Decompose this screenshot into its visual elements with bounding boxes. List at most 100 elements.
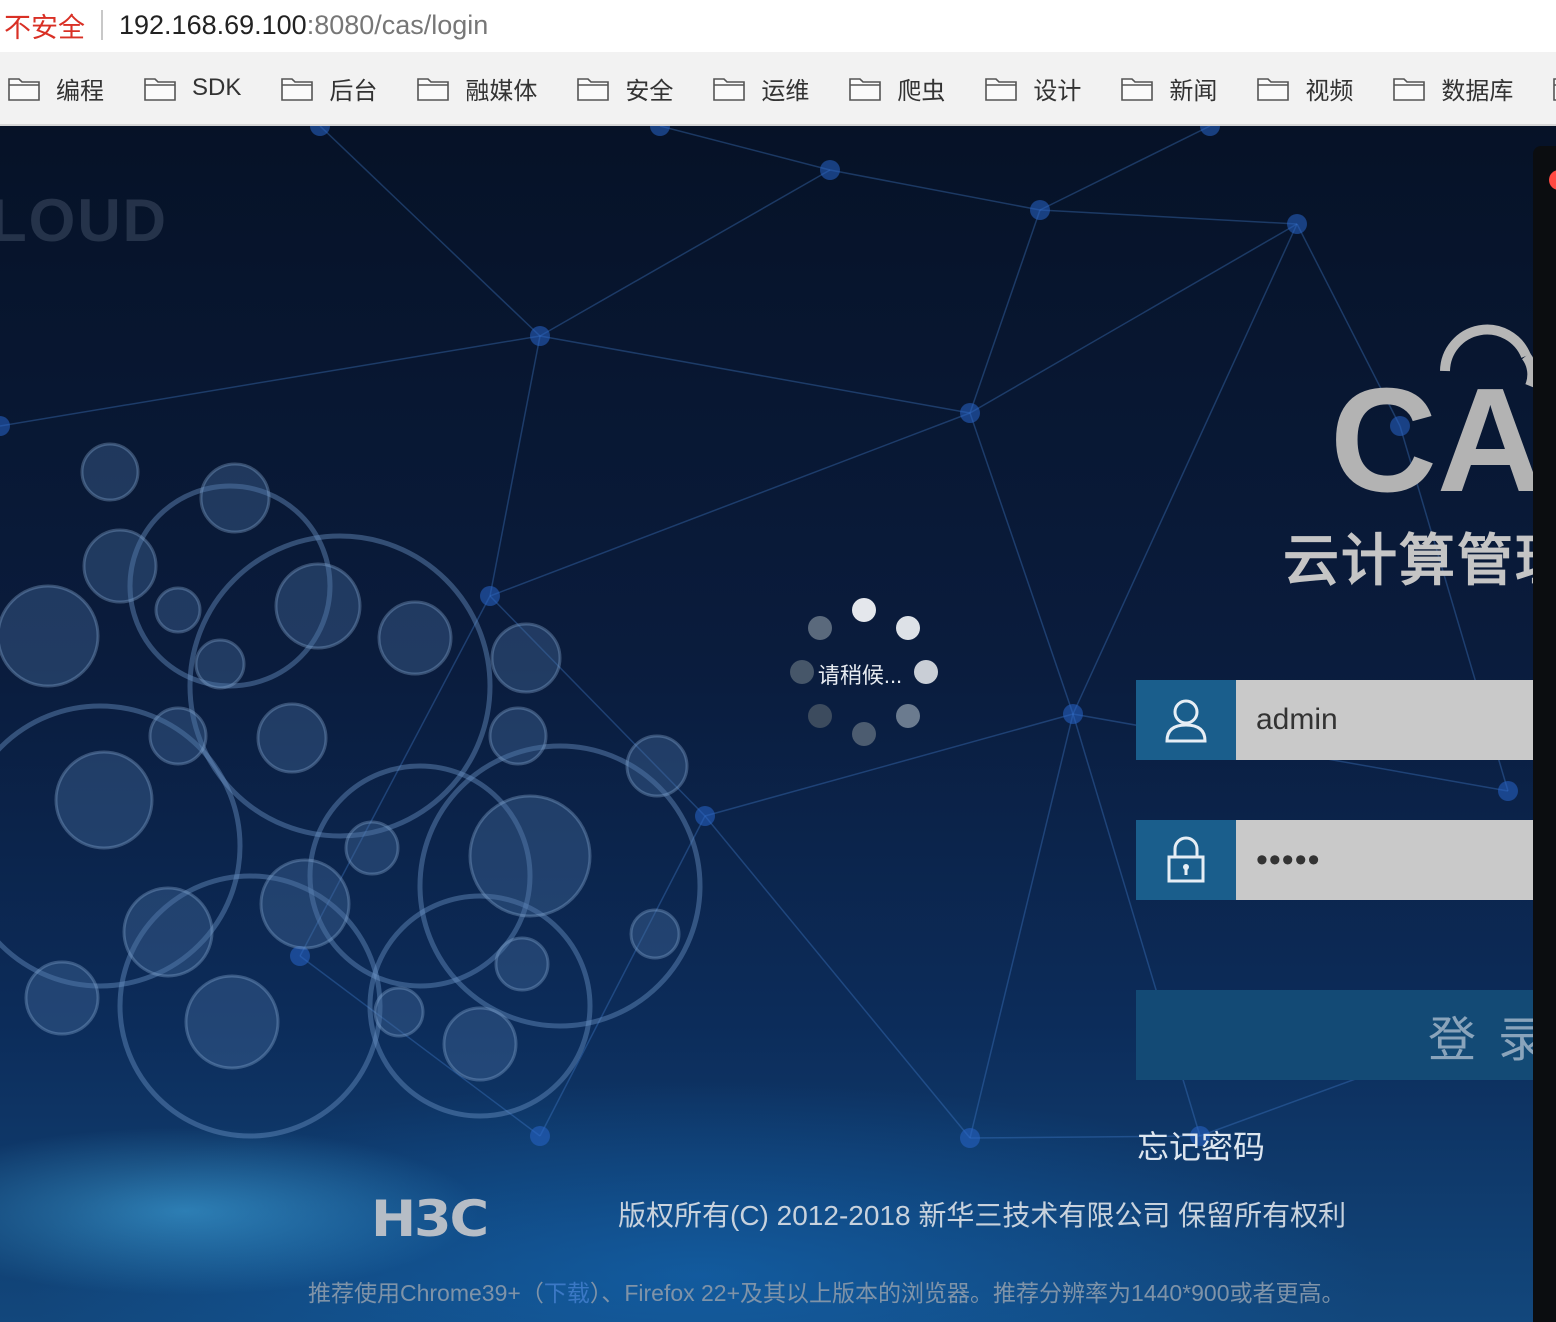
cluster-icon	[256, 702, 328, 774]
bookmarks-bar: 编程SDK后台融媒体安全运维爬虫设计新闻视频数据库电	[0, 52, 1556, 126]
background-cloud-word: LOUD	[0, 187, 168, 254]
h3c-logo: H3C	[371, 1190, 489, 1248]
recommend-prefix: 推荐使用Chrome39+（	[308, 1280, 544, 1306]
forgot-password-link[interactable]: 忘记密码	[1137, 1122, 1265, 1168]
login-page: LOUD 请稍候... CAS 云计算管理 登录 忘记密码 H3C 版权所有(C…	[0, 126, 1556, 1322]
password-input[interactable]	[1236, 820, 1536, 900]
network-node	[960, 1128, 980, 1148]
url-path[interactable]: :8080/cas/login	[307, 10, 489, 41]
network-node	[480, 586, 500, 606]
network-line	[319, 126, 541, 337]
folder-icon	[577, 78, 610, 101]
network-line	[1039, 209, 1298, 225]
recommend-suffix: ）、Firefox 22+及其以上版本的浏览器。推荐分辨率为1440*900或者…	[589, 1280, 1345, 1306]
spinner-dot	[895, 703, 920, 728]
cluster-icon	[494, 936, 550, 992]
download-link[interactable]: 下载	[544, 1280, 590, 1306]
bookmark-label: 编程	[56, 77, 104, 105]
folder-icon	[985, 78, 1018, 101]
bookmark-label: 爬虫	[897, 77, 946, 105]
spinner-dot	[852, 722, 876, 746]
bookmark-folder[interactable]: 安全	[577, 71, 673, 106]
bookmark-folder[interactable]: 数据库	[1393, 71, 1513, 106]
bookmark-label: 后台	[329, 77, 378, 105]
bookmark-folder[interactable]: 新闻	[1121, 71, 1217, 106]
bookmark-folder[interactable]: 编程	[8, 71, 104, 106]
cluster-icon	[194, 638, 246, 690]
network-node	[530, 326, 550, 346]
address-separator	[101, 10, 103, 40]
cluster-icon	[274, 562, 362, 650]
spinner-dot	[808, 616, 833, 641]
spinner-dot	[852, 598, 876, 622]
cluster-icon	[629, 908, 681, 960]
folder-icon	[144, 78, 176, 101]
network-node	[1498, 781, 1518, 801]
spinner-dot	[808, 703, 833, 728]
close-icon[interactable]	[1549, 170, 1556, 190]
cas-logo: CAS	[1330, 316, 1556, 523]
network-line	[539, 335, 971, 414]
cas-logo-text: CAS	[1330, 358, 1556, 506]
side-panel-edge	[1533, 146, 1556, 1322]
cluster-icon	[344, 820, 400, 876]
network-line	[969, 223, 1298, 414]
username-input[interactable]	[1236, 680, 1536, 760]
address-bar[interactable]: 不安全 192.168.69.100 :8080/cas/login	[0, 0, 1556, 50]
folder-icon	[1393, 78, 1426, 101]
bookmark-folder[interactable]: SDK	[144, 74, 241, 102]
network-node	[530, 1126, 550, 1146]
cluster-icon	[373, 986, 425, 1038]
bookmark-folder[interactable]: 融媒体	[417, 71, 537, 106]
folder-icon	[713, 78, 746, 101]
network-line	[704, 815, 971, 1139]
network-node	[1063, 704, 1083, 724]
cluster-icon	[377, 600, 453, 676]
folder-icon	[417, 78, 450, 101]
bookmark-label: 安全	[625, 77, 674, 105]
cluster-icon	[24, 960, 100, 1036]
folder-icon	[849, 78, 882, 101]
network-node	[820, 160, 840, 180]
cluster-icon	[259, 858, 351, 950]
cluster-icon	[122, 886, 214, 978]
bookmark-label: SDK	[192, 74, 242, 101]
user-icon	[1136, 680, 1236, 760]
bookmark-label: 运维	[761, 77, 810, 105]
network-node	[310, 126, 330, 136]
bookmark-label: 设计	[1033, 77, 1082, 105]
insecure-indicator[interactable]: 不安全	[0, 6, 85, 45]
network-line	[489, 412, 971, 597]
folder-icon	[1257, 78, 1290, 101]
network-line	[659, 126, 831, 171]
cluster-icon	[442, 1006, 518, 1082]
network-line	[829, 169, 1041, 211]
bookmark-label: 视频	[1305, 77, 1354, 105]
network-node	[960, 403, 980, 423]
network-line	[969, 713, 1074, 1139]
spinner-dot	[895, 616, 920, 641]
cluster-icon	[184, 974, 280, 1070]
bookmark-folder[interactable]: 运维	[713, 71, 809, 106]
loading-text: 请稍候...	[817, 663, 903, 688]
bookmark-folder[interactable]: 视频	[1257, 71, 1353, 106]
browser-recommendation: 推荐使用Chrome39+（下载）、Firefox 22+及其以上版本的浏览器。…	[308, 1274, 1345, 1308]
url-host[interactable]: 192.168.69.100	[119, 10, 307, 41]
cluster-icon	[80, 442, 140, 502]
bookmark-folder[interactable]: 后台	[281, 71, 377, 106]
login-button[interactable]: 登录	[1136, 990, 1536, 1080]
bookmark-folder[interactable]: 设计	[985, 71, 1081, 106]
bookmark-label: 新闻	[1169, 77, 1218, 105]
network-node	[1200, 126, 1220, 136]
cluster-icon	[54, 750, 154, 850]
network-node	[695, 806, 715, 826]
cluster-icon	[154, 586, 202, 634]
cluster-icon	[199, 462, 271, 534]
network-line	[969, 412, 1074, 715]
copyright-text: 版权所有(C) 2012-2018 新华三技术有限公司 保留所有权利	[618, 1200, 1347, 1231]
network-line	[1072, 223, 1298, 715]
lock-icon	[1136, 820, 1236, 900]
bookmark-label: 融媒体	[465, 77, 538, 105]
bookmark-folder[interactable]: 爬虫	[849, 71, 945, 106]
network-node	[0, 416, 10, 436]
